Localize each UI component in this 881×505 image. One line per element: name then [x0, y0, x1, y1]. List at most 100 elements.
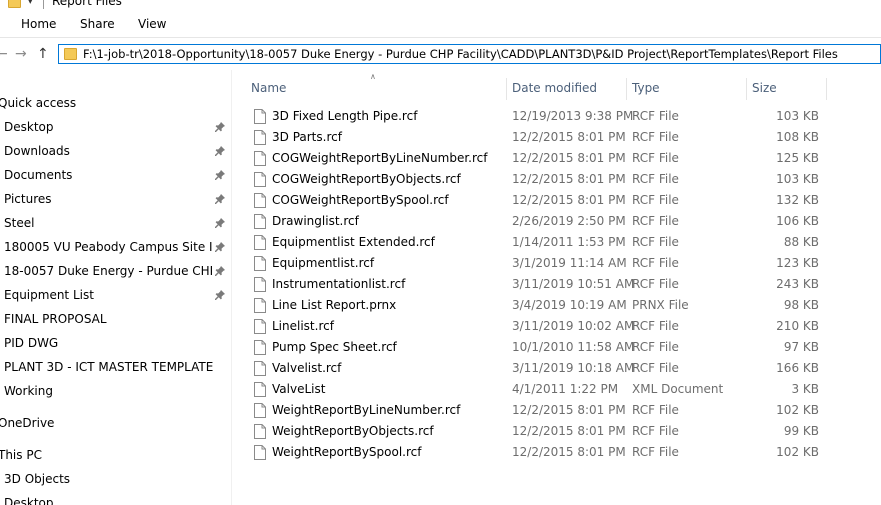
file-list-pane: ∧ Name Date modified Type Size 3D Fixed … [233, 70, 881, 505]
title-bar: ▾ Report Files [0, 0, 881, 10]
file-size: 108 KB [776, 130, 819, 144]
sidebar-item-pid-dwg[interactable]: PID DWG [0, 332, 231, 354]
table-row[interactable]: WeightReportByObjects.rcf 12/2/2015 8:01 … [249, 421, 833, 442]
table-row[interactable]: Linelist.rcf 3/11/2019 10:02 AM RCF File 21… [249, 316, 833, 337]
file-type: RCF File [632, 445, 679, 459]
up-arrow-icon[interactable]: ↑ [37, 46, 49, 62]
file-date-modified: 3/4/2019 10:19 AM [512, 298, 627, 312]
table-row[interactable]: ValveList 4/1/2011 1:22 PM XML Document 3 K… [249, 379, 833, 400]
table-row[interactable]: 3D Parts.rcf 12/2/2015 8:01 PM RCF File 108… [249, 127, 833, 148]
file-size: 125 KB [776, 151, 819, 165]
file-name: WeightReportByLineNumber.rcf [272, 403, 461, 417]
pin-icon[interactable] [215, 218, 225, 228]
sidebar-item-downloads[interactable]: Downloads [0, 140, 231, 162]
sidebar-item-this-pc[interactable]: This PC [0, 444, 231, 466]
tab-home[interactable]: Home [21, 17, 56, 31]
file-date-modified: 3/11/2019 10:51 AM [512, 277, 635, 291]
file-type: RCF File [632, 214, 679, 228]
column-header-size[interactable]: Size [752, 81, 777, 95]
file-size: 98 KB [783, 298, 819, 312]
file-date-modified: 4/1/2011 1:22 PM [512, 382, 619, 396]
file-size: 88 KB [783, 235, 819, 249]
sidebar-item-label: Working [4, 384, 53, 398]
file-icon [254, 277, 266, 292]
table-row[interactable]: WeightReportByLineNumber.rcf 12/2/2015 8:… [249, 400, 833, 421]
pin-icon[interactable] [215, 122, 225, 132]
table-row[interactable]: COGWeightReportByObjects.rcf 12/2/2015 8:… [249, 169, 833, 190]
file-icon [254, 130, 266, 145]
sidebar-item-final-proposal[interactable]: FINAL PROPOSAL [0, 308, 231, 330]
sidebar-item-desktop[interactable]: Desktop [0, 116, 231, 138]
file-name: Equipmentlist Extended.rcf [272, 235, 435, 249]
forward-arrow-icon[interactable]: → [15, 46, 27, 62]
sidebar-item-pictures[interactable]: Pictures [0, 188, 231, 210]
tab-share[interactable]: Share [80, 17, 115, 31]
file-icon [254, 319, 266, 334]
file-type: XML Document [632, 382, 724, 396]
file-name: Instrumentationlist.rcf [272, 277, 406, 291]
column-divider[interactable] [826, 78, 827, 100]
table-row[interactable]: Valvelist.rcf 3/11/2019 10:18 AM RCF File 1… [249, 358, 833, 379]
sidebar-item-desktop-pc[interactable]: Desktop [0, 492, 231, 505]
file-icon [254, 298, 266, 313]
pin-icon[interactable] [215, 290, 225, 300]
table-row[interactable]: Drawinglist.rcf 2/26/2019 2:50 PM RCF File… [249, 211, 833, 232]
column-divider[interactable] [746, 78, 747, 100]
table-row[interactable]: Equipmentlist Extended.rcf 1/14/2011 1:53… [249, 232, 833, 253]
address-path[interactable]: F:\1-job-tr\2018-Opportunity\18-0057 Duk… [83, 47, 838, 61]
table-row[interactable]: Equipmentlist.rcf 3/1/2019 11:14 AM RCF Fi… [249, 253, 833, 274]
file-name: Drawinglist.rcf [272, 214, 359, 228]
sidebar-item-vu-peabody[interactable]: 180005 VU Peabody Campus Site Infrastru [0, 236, 231, 258]
sidebar-item-3d-objects[interactable]: 3D Objects [0, 468, 231, 490]
column-header-name[interactable]: Name [251, 81, 286, 95]
file-type: RCF File [632, 319, 679, 333]
sidebar-item-duke-energy[interactable]: 18-0057 Duke Energy - Purdue CHP Facili [0, 260, 231, 282]
sidebar-item-plant3d-template[interactable]: PLANT 3D - ICT MASTER TEMPLATE [0, 356, 231, 378]
sidebar-item-label: PLANT 3D - ICT MASTER TEMPLATE [4, 360, 214, 374]
sidebar-item-quick-access[interactable]: Quick access [0, 92, 231, 114]
file-name: 3D Parts.rcf [272, 130, 342, 144]
file-type: RCF File [632, 340, 679, 354]
sidebar-item-working[interactable]: Working [0, 380, 231, 402]
table-row[interactable]: Pump Spec Sheet.rcf 10/1/2010 11:58 AM RCF… [249, 337, 833, 358]
sidebar-item-equipment-list[interactable]: Equipment List [0, 284, 231, 306]
pin-icon[interactable] [215, 146, 225, 156]
pin-icon[interactable] [215, 170, 225, 180]
file-date-modified: 1/14/2011 1:53 PM [512, 235, 626, 249]
column-divider[interactable] [506, 78, 507, 100]
file-icon [254, 424, 266, 439]
pin-icon[interactable] [215, 194, 225, 204]
pin-icon[interactable] [215, 266, 225, 276]
column-header-type[interactable]: Type [632, 81, 660, 95]
table-row[interactable]: Line List Report.prnx 3/4/2019 10:19 AM PR… [249, 295, 833, 316]
file-date-modified: 12/2/2015 8:01 PM [512, 130, 626, 144]
file-type: RCF File [632, 256, 679, 270]
table-row[interactable]: COGWeightReportByLineNumber.rcf 12/2/2015… [249, 148, 833, 169]
file-type: RCF File [632, 151, 679, 165]
address-bar[interactable]: F:\1-job-tr\2018-Opportunity\18-0057 Duk… [58, 44, 881, 64]
sidebar-item-label: 18-0057 Duke Energy - Purdue CHP Facili [4, 264, 212, 278]
column-divider[interactable] [626, 78, 627, 100]
table-row[interactable]: 3D Fixed Length Pipe.rcf 12/19/2013 9:38 … [249, 106, 833, 127]
sidebar-item-label: PID DWG [4, 336, 59, 350]
file-type: RCF File [632, 403, 679, 417]
file-name: 3D Fixed Length Pipe.rcf [272, 109, 418, 123]
file-icon [254, 445, 266, 460]
column-header-date[interactable]: Date modified [512, 81, 597, 95]
back-arrow-icon[interactable]: ← [0, 46, 8, 62]
folder-icon [64, 48, 77, 60]
file-name: Linelist.rcf [272, 319, 334, 333]
file-name: COGWeightReportByObjects.rcf [272, 172, 461, 186]
pin-icon[interactable] [215, 242, 225, 252]
table-row[interactable]: WeightReportBySpool.rcf 12/2/2015 8:01 PM… [249, 442, 833, 463]
sidebar-item-documents[interactable]: Documents [0, 164, 231, 186]
tab-view[interactable]: View [138, 17, 166, 31]
file-size: 243 KB [776, 277, 819, 291]
sidebar-item-steel[interactable]: Steel [0, 212, 231, 234]
sidebar-item-onedrive[interactable]: OneDrive [0, 412, 231, 434]
table-row[interactable]: Instrumentationlist.rcf 3/11/2019 10:51 A… [249, 274, 833, 295]
file-name: WeightReportByObjects.rcf [272, 424, 434, 438]
quick-access-dropdown-icon[interactable]: ▾ [28, 0, 33, 7]
table-row[interactable]: COGWeightReportBySpool.rcf 12/2/2015 8:01… [249, 190, 833, 211]
file-date-modified: 12/2/2015 8:01 PM [512, 445, 626, 459]
